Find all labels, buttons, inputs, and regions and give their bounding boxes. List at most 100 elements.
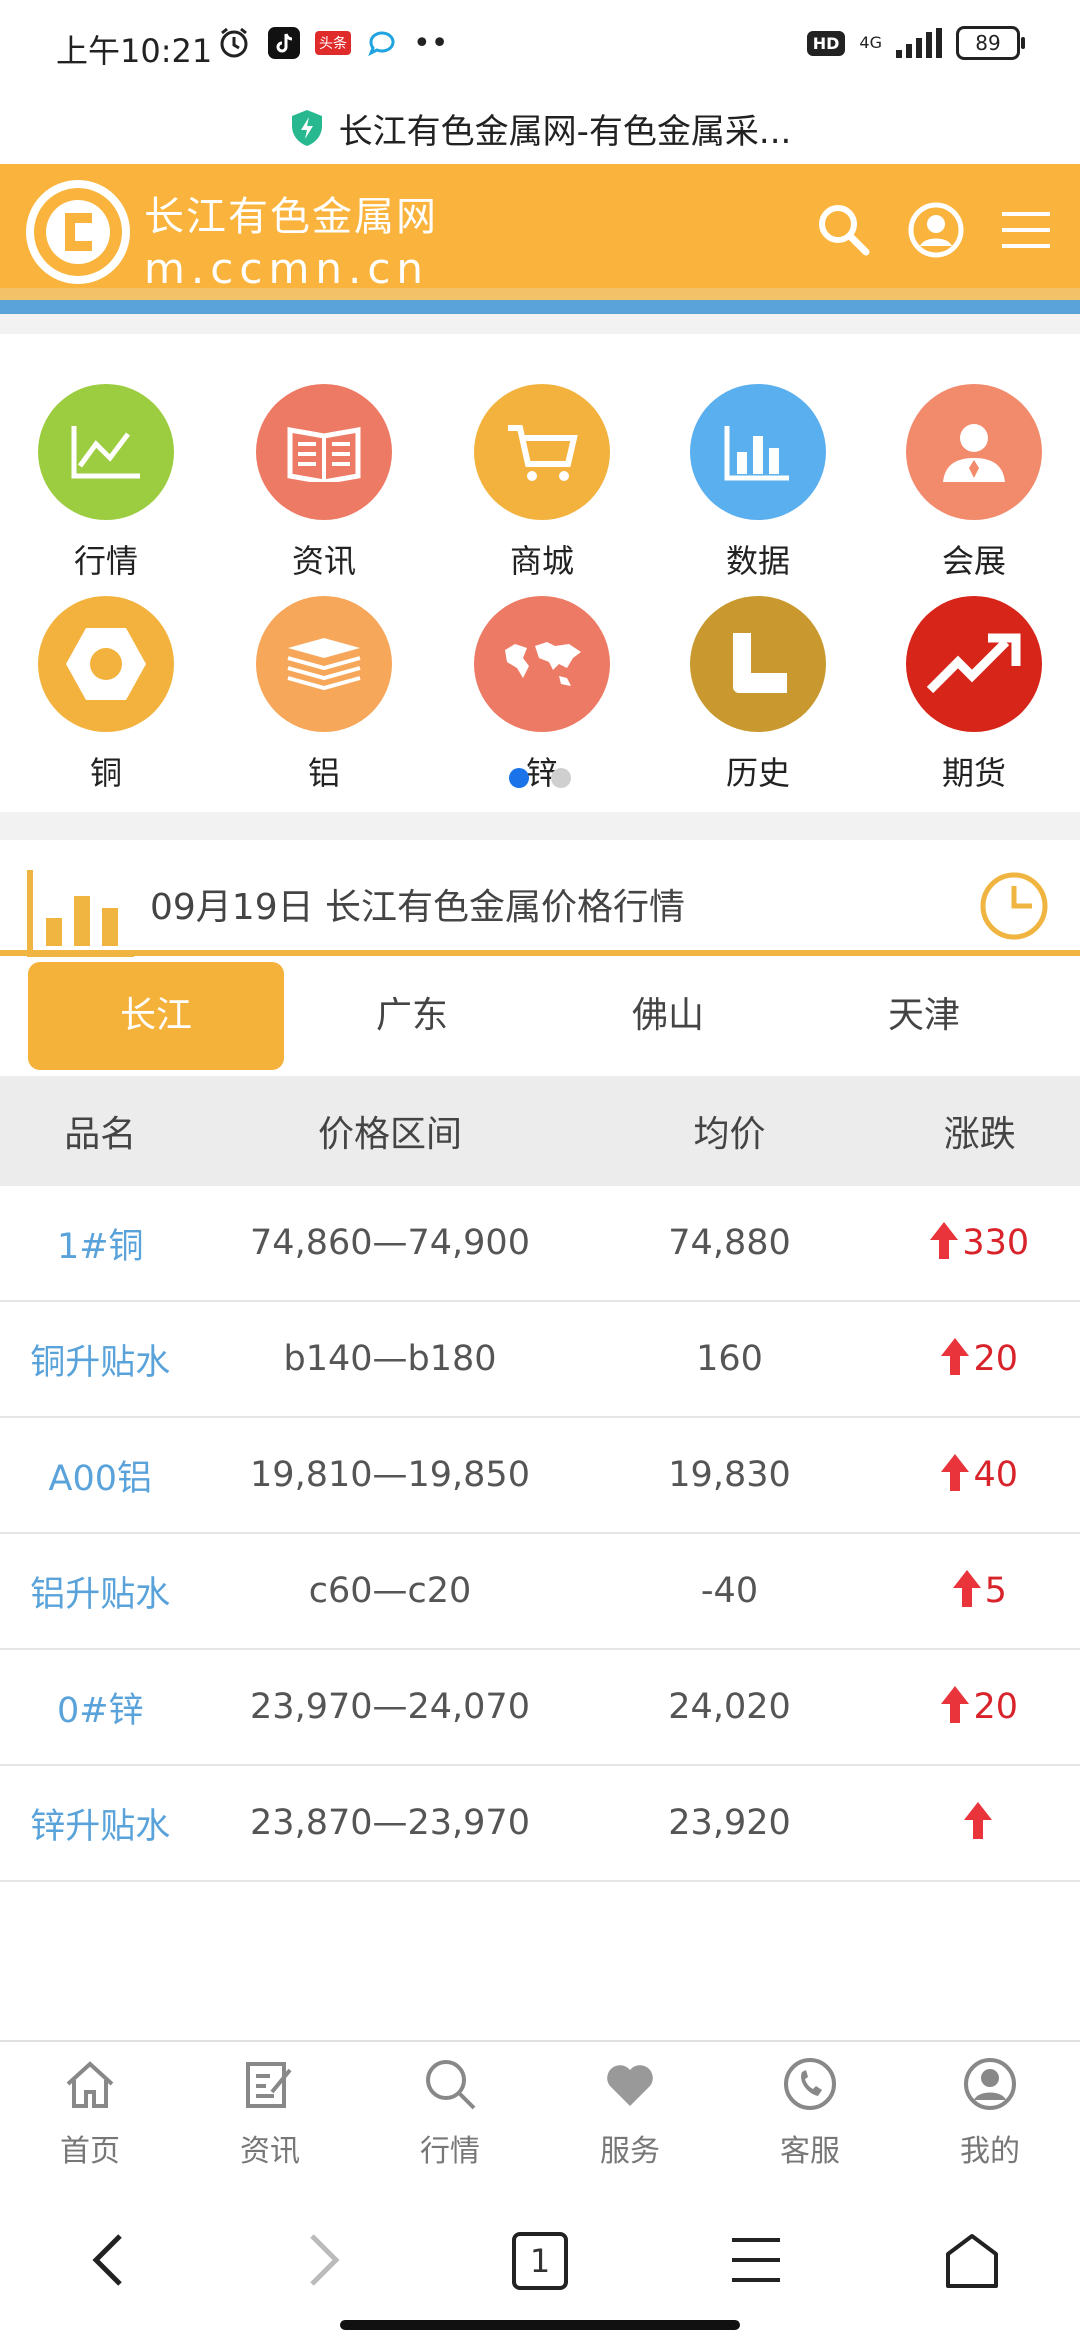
nav-item-news[interactable]: 资讯: [234, 384, 414, 582]
trend-up-icon: [906, 596, 1042, 732]
tab-guangdong[interactable]: 广东: [284, 962, 540, 1070]
nav-item-mall[interactable]: 商城: [452, 384, 632, 582]
product-name[interactable]: 锌升贴水: [0, 1765, 201, 1882]
bottom-nav-news[interactable]: 资讯: [180, 2042, 360, 2172]
l-shape-icon: [690, 596, 826, 732]
nav-item-aluminum[interactable]: 铝: [234, 596, 414, 794]
table-row[interactable]: 铝升贴水 c60—c20 -40 5: [0, 1533, 1080, 1650]
status-right-icons: HD 4G 89: [806, 26, 1025, 60]
up-arrow-icon: [941, 1338, 970, 1375]
nav-item-label: 商城: [509, 542, 574, 580]
up-arrow-icon: [941, 1686, 970, 1723]
nav-item-label: 数据: [725, 542, 790, 580]
home-icon: [66, 2061, 114, 2108]
price-change: 5: [879, 1533, 1080, 1650]
tabs-button[interactable]: 1: [432, 2172, 648, 2290]
nav-item-label: 会展: [941, 542, 1006, 580]
site-domain: m.ccmn.cn: [144, 244, 430, 293]
price-range: 23,870—23,970: [200, 1765, 580, 1882]
bottom-nav-label: 我的: [960, 2134, 1020, 2169]
product-name[interactable]: 铝升贴水: [0, 1533, 201, 1650]
search-icon[interactable]: [814, 200, 874, 260]
clock-icon[interactable]: [978, 870, 1050, 942]
average-price: -40: [579, 1533, 880, 1650]
average-price: 19,830: [579, 1417, 880, 1534]
forward-button[interactable]: [216, 2172, 432, 2288]
region-tabs: 长江 广东 佛山 天津: [0, 962, 1080, 1070]
gesture-home-bar[interactable]: [340, 2320, 740, 2330]
tab-foshan[interactable]: 佛山: [540, 962, 796, 1070]
average-price: 74,880: [579, 1186, 880, 1302]
table-row[interactable]: A00铝 19,810—19,850 19,830 40: [0, 1417, 1080, 1534]
bottom-nav-support[interactable]: 客服: [720, 2042, 900, 2172]
up-arrow-icon: [930, 1222, 959, 1259]
table-row[interactable]: 铜升贴水 b140—b180 160 20: [0, 1301, 1080, 1418]
user-icon[interactable]: [906, 200, 966, 260]
nav-item-futures[interactable]: 期货: [884, 596, 1064, 794]
toutiao-icon: 头条: [315, 31, 351, 55]
product-name[interactable]: A00铝: [0, 1417, 201, 1534]
status-left-icons: 头条 ••: [215, 24, 448, 62]
table-row[interactable]: 0#锌 23,970—24,070 24,020 20: [0, 1649, 1080, 1766]
browser-toolbar: 1: [0, 2172, 1080, 2340]
product-name[interactable]: 0#锌: [0, 1649, 201, 1766]
menu-button[interactable]: [648, 2172, 864, 2288]
more-dots-icon: ••: [413, 25, 449, 61]
nav-item-data[interactable]: 数据: [668, 384, 848, 582]
menu-icon[interactable]: [996, 200, 1056, 260]
divider: [0, 812, 1080, 840]
product-name[interactable]: 1#铜: [0, 1186, 201, 1302]
nav-item-copper[interactable]: 铜: [16, 596, 196, 794]
change-value: 20: [973, 1687, 1019, 1727]
line-chart-icon: [38, 384, 174, 520]
bottom-nav-market[interactable]: 行情: [360, 2042, 540, 2172]
stack-icon: [256, 596, 392, 732]
chevron-right-icon: [310, 2234, 340, 2286]
cart-icon: [474, 384, 610, 520]
nav-item-zinc[interactable]: 锌: [452, 596, 632, 794]
column-header: 价格区间: [200, 1076, 580, 1186]
up-arrow-icon: [941, 1454, 970, 1491]
nav-item-label: 行情: [73, 542, 138, 580]
change-value: 5: [984, 1571, 1007, 1611]
page-dot-active[interactable]: [509, 768, 529, 788]
chat-icon: [363, 24, 401, 62]
tab-tianjin[interactable]: 天津: [796, 962, 1052, 1070]
bottom-nav-label: 服务: [600, 2134, 660, 2169]
newspaper-icon: [256, 384, 392, 520]
search-icon: [426, 2060, 476, 2110]
nav-item-exhibition[interactable]: 会展: [884, 384, 1064, 582]
product-name[interactable]: 铜升贴水: [0, 1301, 201, 1418]
bottom-nav-home[interactable]: 首页: [0, 2042, 180, 2172]
home-button[interactable]: [864, 2172, 1080, 2292]
page-dot[interactable]: [551, 768, 571, 788]
up-arrow-icon: [963, 1802, 992, 1839]
edit-note-icon: [246, 2062, 292, 2108]
site-logo-icon[interactable]: [26, 180, 130, 284]
price-range: b140—b180: [200, 1301, 580, 1418]
person-icon: [906, 384, 1042, 520]
hamburger-menu-icon: [732, 2238, 780, 2282]
bottom-nav-label: 首页: [60, 2134, 120, 2169]
price-range: c60—c20: [200, 1533, 580, 1650]
table-row[interactable]: 1#铜 74,860—74,900 74,880 330: [0, 1186, 1080, 1302]
status-bar: 上午10:21 头条 •• HD 4G 89: [0, 0, 1080, 92]
alarm-icon: [215, 24, 253, 62]
table-row[interactable]: 锌升贴水 23,870—23,970 23,920: [0, 1765, 1080, 1882]
site-logo-text[interactable]: 长江有色金属网 m.ccmn.cn: [144, 184, 438, 293]
bottom-nav-mine[interactable]: 我的: [900, 2042, 1080, 2172]
tiktok-icon: [265, 24, 303, 62]
nav-item-market[interactable]: 行情: [16, 384, 196, 582]
price-change: 40: [879, 1417, 1080, 1534]
bottom-nav-service[interactable]: 服务: [540, 2042, 720, 2172]
tab-changjiang[interactable]: 长江: [28, 962, 284, 1070]
change-value: 330: [962, 1223, 1030, 1263]
browser-title-bar[interactable]: 长江有色金属网-有色金属采...: [0, 92, 1080, 164]
average-price: 24,020: [579, 1649, 880, 1766]
back-button[interactable]: [0, 2172, 216, 2288]
heart-icon: [607, 2065, 653, 2106]
average-price: 160: [579, 1301, 880, 1418]
nav-item-history[interactable]: 历史: [668, 596, 848, 794]
up-arrow-icon: [952, 1570, 981, 1607]
price-section-title: 09月19日 长江有色金属价格行情: [150, 887, 686, 928]
